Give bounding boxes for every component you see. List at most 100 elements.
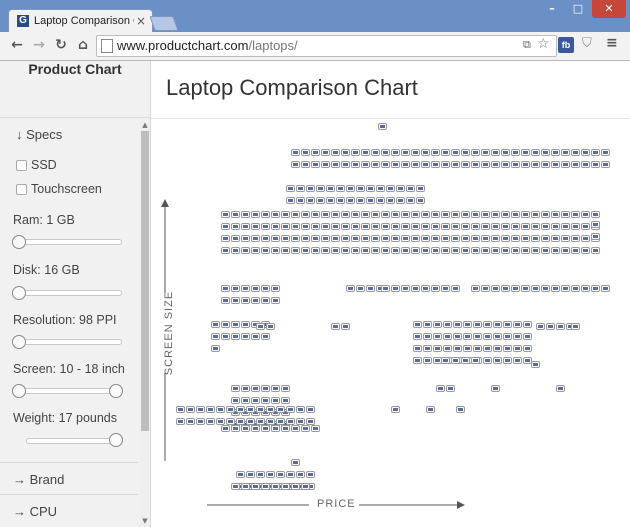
laptop-thumbnail-icon[interactable] [431, 285, 440, 292]
laptop-thumbnail-icon[interactable] [378, 123, 387, 130]
laptop-thumbnail-icon[interactable] [251, 235, 260, 242]
laptop-thumbnail-icon[interactable] [441, 211, 450, 218]
laptop-thumbnail-icon[interactable] [351, 149, 360, 156]
laptop-thumbnail-icon[interactable] [511, 247, 520, 254]
laptop-thumbnail-icon[interactable] [483, 321, 492, 328]
laptop-thumbnail-icon[interactable] [511, 211, 520, 218]
laptop-thumbnail-icon[interactable] [226, 418, 235, 425]
laptop-thumbnail-icon[interactable] [581, 211, 590, 218]
laptop-thumbnail-icon[interactable] [531, 223, 540, 230]
laptop-thumbnail-icon[interactable] [471, 149, 480, 156]
laptop-thumbnail-icon[interactable] [276, 406, 285, 413]
laptop-thumbnail-icon[interactable] [241, 385, 250, 392]
laptop-thumbnail-icon[interactable] [291, 425, 300, 432]
laptop-thumbnail-icon[interactable] [441, 149, 450, 156]
laptop-thumbnail-icon[interactable] [186, 406, 195, 413]
laptop-thumbnail-icon[interactable] [281, 483, 290, 490]
laptop-thumbnail-icon[interactable] [291, 235, 300, 242]
laptop-thumbnail-icon[interactable] [231, 483, 240, 490]
laptop-thumbnail-icon[interactable] [291, 211, 300, 218]
laptop-thumbnail-icon[interactable] [221, 425, 230, 432]
laptop-thumbnail-icon[interactable] [531, 361, 540, 368]
laptop-thumbnail-icon[interactable] [461, 235, 470, 242]
laptop-thumbnail-icon[interactable] [356, 185, 365, 192]
laptop-thumbnail-icon[interactable] [311, 247, 320, 254]
laptop-thumbnail-icon[interactable] [351, 161, 360, 168]
laptop-thumbnail-icon[interactable] [453, 345, 462, 352]
laptop-thumbnail-icon[interactable] [241, 297, 250, 304]
maximize-button[interactable]: □ [566, 0, 590, 18]
laptop-thumbnail-icon[interactable] [271, 483, 280, 490]
laptop-thumbnail-icon[interactable] [321, 247, 330, 254]
laptop-thumbnail-icon[interactable] [216, 406, 225, 413]
laptop-thumbnail-icon[interactable] [251, 397, 260, 404]
laptop-thumbnail-icon[interactable] [231, 333, 240, 340]
laptop-thumbnail-icon[interactable] [561, 211, 570, 218]
laptop-thumbnail-icon[interactable] [261, 425, 270, 432]
laptop-thumbnail-icon[interactable] [556, 323, 565, 330]
laptop-thumbnail-icon[interactable] [411, 211, 420, 218]
laptop-thumbnail-icon[interactable] [286, 406, 295, 413]
laptop-thumbnail-icon[interactable] [381, 247, 390, 254]
laptop-thumbnail-icon[interactable] [601, 285, 610, 292]
laptop-thumbnail-icon[interactable] [266, 471, 275, 478]
laptop-thumbnail-icon[interactable] [351, 247, 360, 254]
laptop-thumbnail-icon[interactable] [326, 185, 335, 192]
laptop-thumbnail-icon[interactable] [341, 223, 350, 230]
laptop-thumbnail-icon[interactable] [521, 149, 530, 156]
laptop-thumbnail-icon[interactable] [301, 161, 310, 168]
laptop-thumbnail-icon[interactable] [601, 149, 610, 156]
laptop-thumbnail-icon[interactable] [581, 149, 590, 156]
laptop-thumbnail-icon[interactable] [221, 211, 230, 218]
laptop-thumbnail-icon[interactable] [493, 357, 502, 364]
laptop-thumbnail-icon[interactable] [286, 185, 295, 192]
laptop-thumbnail-icon[interactable] [391, 161, 400, 168]
laptop-thumbnail-icon[interactable] [221, 235, 230, 242]
laptop-thumbnail-icon[interactable] [531, 247, 540, 254]
laptop-thumbnail-icon[interactable] [401, 161, 410, 168]
laptop-thumbnail-icon[interactable] [366, 285, 375, 292]
laptop-thumbnail-icon[interactable] [531, 149, 540, 156]
laptop-thumbnail-icon[interactable] [581, 223, 590, 230]
laptop-thumbnail-icon[interactable] [561, 161, 570, 168]
laptop-thumbnail-icon[interactable] [261, 235, 270, 242]
laptop-thumbnail-icon[interactable] [261, 397, 270, 404]
back-icon[interactable]: ← [8, 36, 26, 54]
laptop-thumbnail-icon[interactable] [301, 425, 310, 432]
laptop-thumbnail-icon[interactable] [461, 223, 470, 230]
laptop-thumbnail-icon[interactable] [221, 333, 230, 340]
laptop-thumbnail-icon[interactable] [501, 235, 510, 242]
facebook-icon[interactable]: fb [558, 37, 574, 53]
laptop-thumbnail-icon[interactable] [493, 345, 502, 352]
laptop-thumbnail-icon[interactable] [251, 333, 260, 340]
laptop-thumbnail-icon[interactable] [341, 323, 350, 330]
laptop-thumbnail-icon[interactable] [261, 247, 270, 254]
laptop-thumbnail-icon[interactable] [591, 161, 600, 168]
laptop-thumbnail-icon[interactable] [471, 247, 480, 254]
laptop-thumbnail-icon[interactable] [541, 223, 550, 230]
laptop-thumbnail-icon[interactable] [266, 406, 275, 413]
laptop-thumbnail-icon[interactable] [431, 223, 440, 230]
laptop-thumbnail-icon[interactable] [513, 345, 522, 352]
translate-icon[interactable]: ⧉ [523, 38, 531, 52]
laptop-thumbnail-icon[interactable] [501, 247, 510, 254]
laptop-thumbnail-icon[interactable] [513, 321, 522, 328]
laptop-thumbnail-icon[interactable] [236, 471, 245, 478]
laptop-thumbnail-icon[interactable] [413, 345, 422, 352]
laptop-thumbnail-icon[interactable] [261, 385, 270, 392]
laptop-thumbnail-icon[interactable] [286, 418, 295, 425]
laptop-thumbnail-icon[interactable] [493, 321, 502, 328]
laptop-thumbnail-icon[interactable] [571, 223, 580, 230]
laptop-thumbnail-icon[interactable] [211, 345, 220, 352]
laptop-thumbnail-icon[interactable] [523, 333, 532, 340]
laptop-thumbnail-icon[interactable] [376, 185, 385, 192]
laptop-thumbnail-icon[interactable] [371, 161, 380, 168]
laptop-thumbnail-icon[interactable] [571, 149, 580, 156]
laptop-thumbnail-icon[interactable] [591, 221, 600, 228]
laptop-thumbnail-icon[interactable] [231, 285, 240, 292]
laptop-thumbnail-icon[interactable] [551, 161, 560, 168]
laptop-thumbnail-icon[interactable] [513, 357, 522, 364]
laptop-thumbnail-icon[interactable] [531, 235, 540, 242]
laptop-thumbnail-icon[interactable] [441, 247, 450, 254]
laptop-thumbnail-icon[interactable] [441, 235, 450, 242]
